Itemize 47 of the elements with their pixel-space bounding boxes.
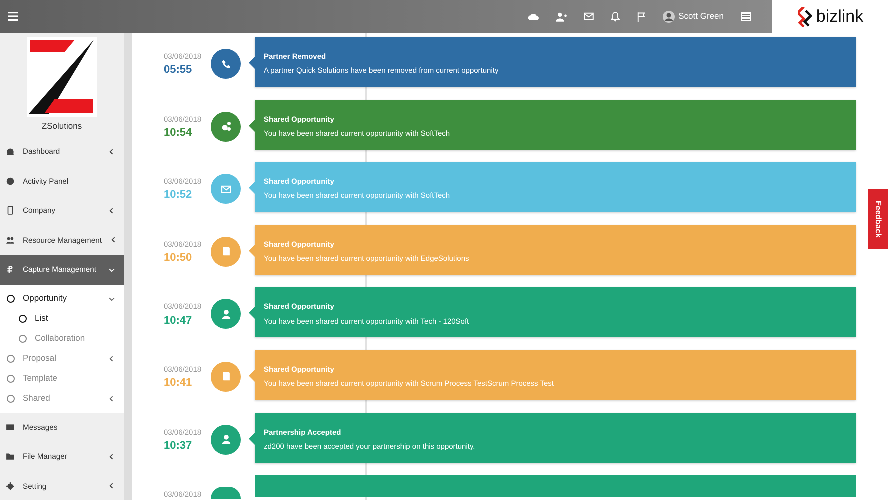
user-name[interactable]: Scott Green: [678, 10, 724, 23]
logo-icon: [798, 6, 812, 26]
envelope-icon: [6, 422, 15, 432]
book-icon: [220, 246, 232, 258]
circle-icon: [19, 334, 27, 342]
entry-time: 05:55: [164, 63, 194, 78]
entry-time: 10:52: [164, 188, 194, 204]
submenu-item[interactable]: Shared: [0, 388, 124, 408]
brand-name: bizlink: [816, 6, 864, 28]
bell-icon[interactable]: [610, 12, 620, 22]
phone-icon: [220, 58, 232, 70]
entry-time: 10:37: [164, 438, 194, 454]
menu-icon[interactable]: [8, 12, 18, 21]
submenu-item[interactable]: Proposal: [0, 348, 124, 368]
submenu-item[interactable]: List: [0, 308, 124, 328]
phone-icon: [6, 206, 15, 216]
settings-icon: [6, 482, 15, 491]
list-icon[interactable]: [741, 12, 751, 21]
folder-icon: [6, 452, 15, 462]
avatar-icon[interactable]: [662, 10, 675, 22]
ruble-icon: [6, 265, 15, 274]
entry-time: 10:54: [164, 126, 194, 141]
envelope-icon[interactable]: [584, 12, 594, 21]
circle-icon: [19, 314, 27, 322]
envelope-icon: [220, 184, 232, 195]
circle-icon: [7, 294, 15, 302]
gears-icon: [220, 121, 232, 132]
submenu-item[interactable]: Template: [0, 368, 124, 388]
book-icon: [220, 371, 232, 382]
feedback-tab[interactable]: Feedback: [868, 189, 888, 249]
company-name: ZSolutions: [42, 120, 82, 133]
entry-time: 10:41: [164, 376, 194, 392]
user-icon: [220, 308, 232, 320]
users-icon: [6, 236, 15, 245]
circle-icon: [7, 394, 15, 402]
circle-icon: [7, 374, 15, 382]
flag-icon[interactable]: [636, 12, 646, 22]
user-plus-icon[interactable]: [556, 12, 567, 22]
entry-time: 10:47: [164, 314, 194, 329]
submenu-item[interactable]: Collaboration: [0, 328, 124, 348]
circle-icon: [6, 176, 15, 186]
entry-time: 10:50: [164, 251, 194, 266]
circle-icon: [7, 354, 15, 362]
cloud-upload-icon[interactable]: [528, 12, 539, 22]
user-icon: [220, 434, 232, 446]
submenu-item[interactable]: Opportunity: [0, 288, 124, 308]
dashboard-icon: [6, 147, 15, 156]
